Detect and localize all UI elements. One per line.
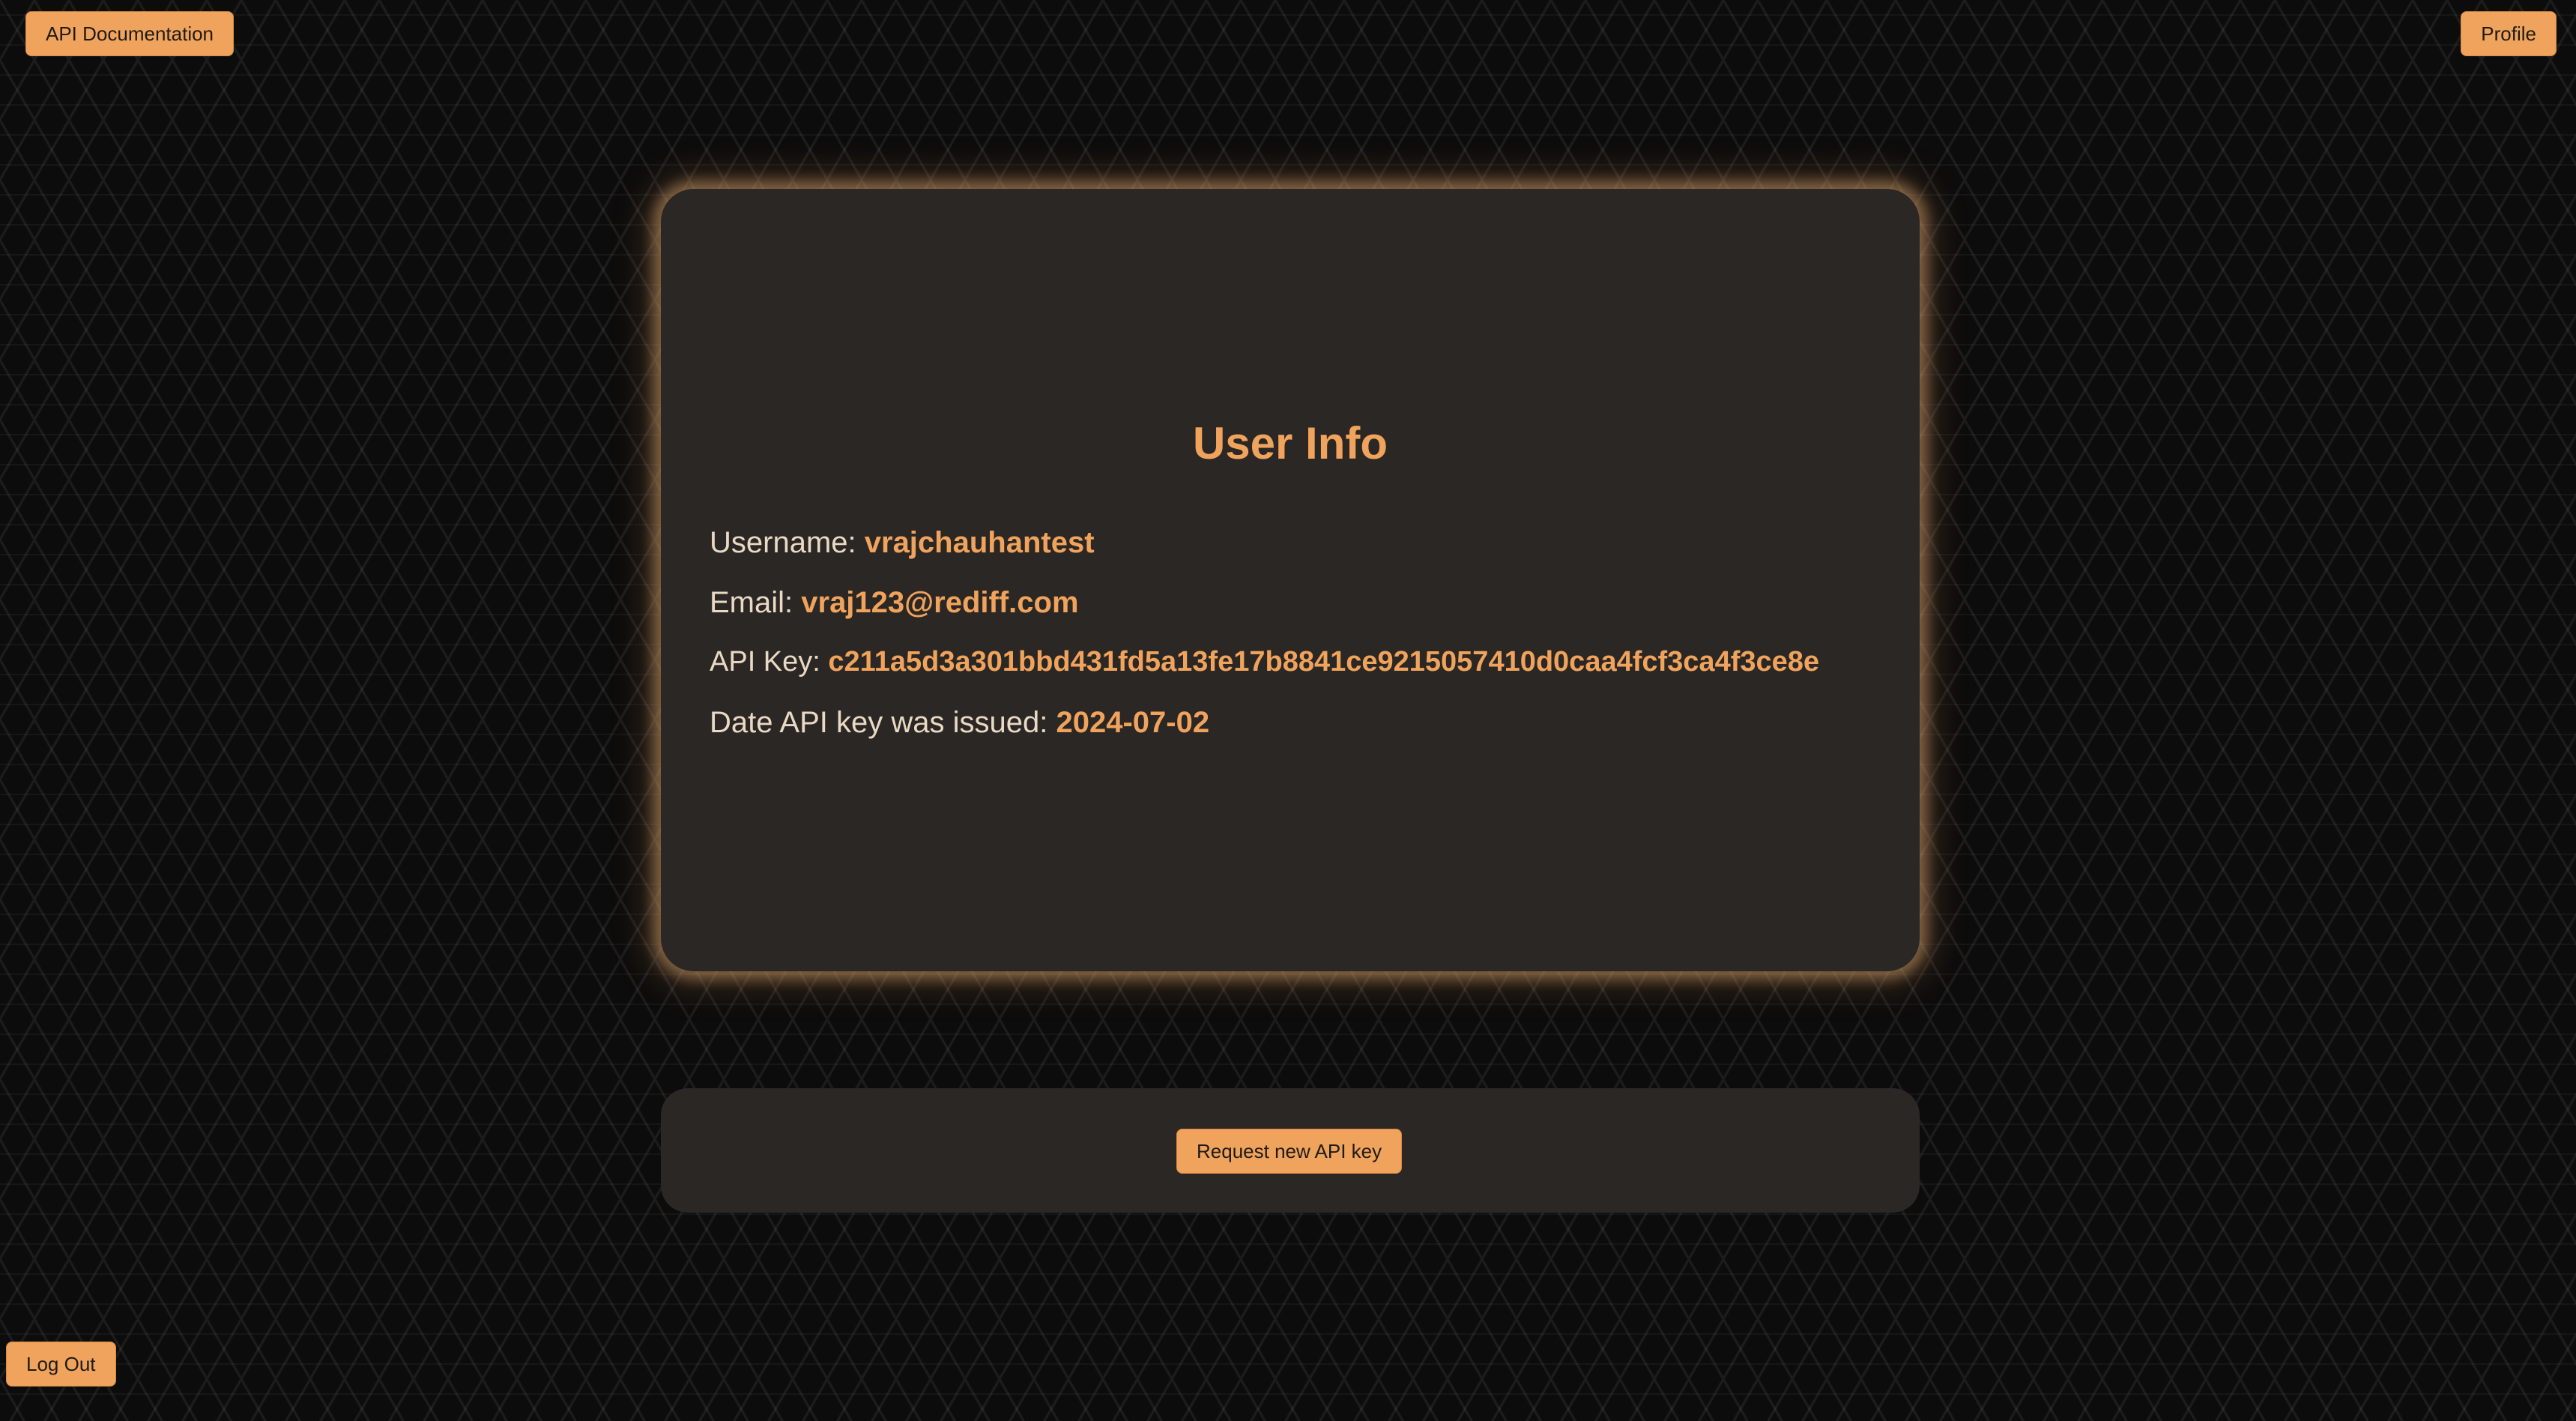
date-issued-label: Date API key was issued: [710,706,1056,739]
api-key-value: c211a5d3a301bbd431fd5a13fe17b8841ce92150… [828,646,1820,678]
date-issued-value: 2024-07-02 [1056,706,1210,739]
api-key-row: API Key: c211a5d3a301bbd431fd5a13fe17b88… [710,648,1819,676]
request-new-api-key-button[interactable]: Request new API key [1176,1129,1403,1174]
date-issued-row: Date API key was issued: 2024-07-02 [710,708,1209,737]
profile-button[interactable]: Profile [2461,11,2557,56]
user-info-title: User Info [1192,418,1388,468]
username-row: Username: vrajchauhantest [710,528,1095,558]
email-label: Email: [710,586,802,619]
username-value: vrajchauhantest [864,526,1095,559]
user-info-card: User Info Username: vrajchauhantest Emai… [661,189,1920,971]
log-out-button[interactable]: Log Out [6,1342,116,1387]
api-documentation-button[interactable]: API Documentation [25,11,235,56]
api-key-actions-card: Request new API key [661,1088,1920,1213]
api-key-label: API Key: [710,646,829,678]
username-label: Username: [710,526,865,559]
email-row: Email: vraj123@rediff.com [710,588,1079,618]
email-value: vraj123@rediff.com [801,586,1079,619]
